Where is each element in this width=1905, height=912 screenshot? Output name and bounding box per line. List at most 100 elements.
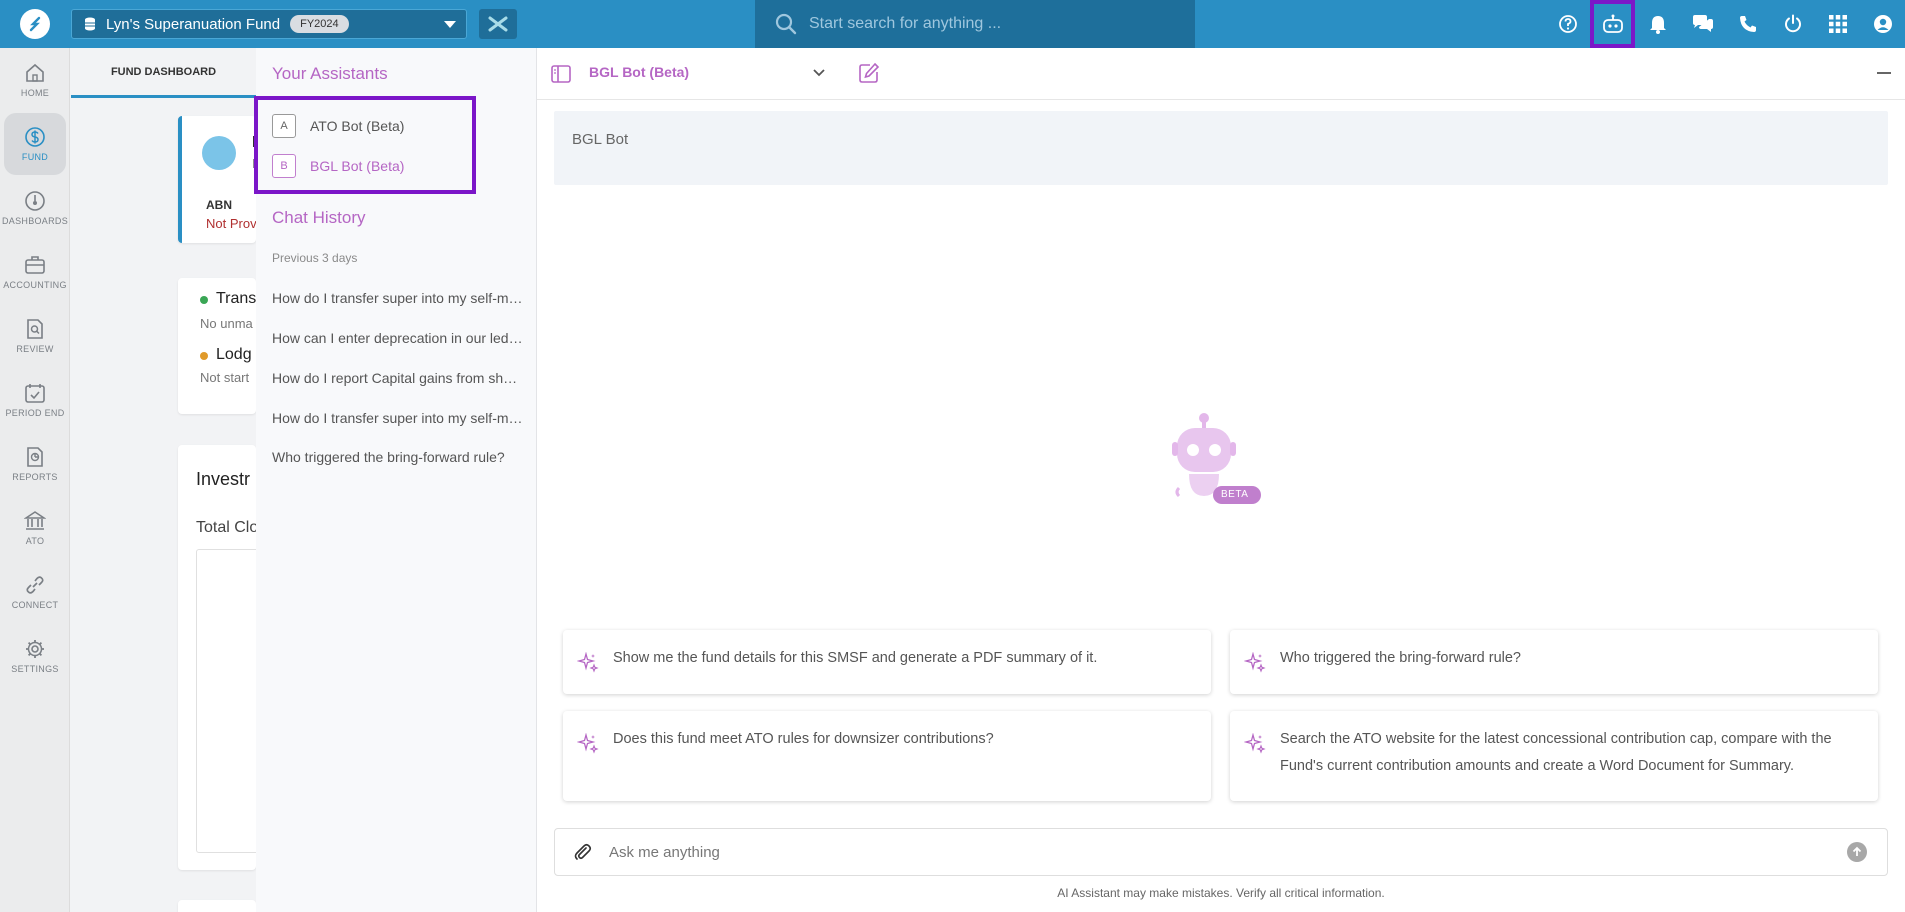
sidebar-toggle-icon[interactable] — [551, 65, 571, 83]
nav-label: HOME — [20, 88, 50, 98]
nav-ato[interactable]: ATO — [0, 496, 70, 560]
chevron-down-icon[interactable] — [812, 68, 826, 78]
nav-connect[interactable]: CONNECT — [0, 560, 70, 624]
search-placeholder: Start search for anything ... — [809, 15, 1002, 32]
assistant-ato-bot[interactable]: A ATO Bot (Beta) — [272, 106, 474, 146]
xero-button[interactable] — [479, 9, 517, 39]
nav-label: ACCOUNTING — [3, 280, 67, 290]
bot-banner-text: BGL Bot — [572, 131, 629, 148]
chat-input-placeholder: Ask me anything — [609, 843, 720, 861]
fund-selector[interactable]: Lyn's Superanuation Fund FY2024 — [71, 9, 467, 39]
logo-icon — [20, 9, 50, 39]
disclaimer: AI Assistant may make mistakes. Verify a… — [1057, 886, 1385, 900]
global-search[interactable]: Start search for anything ... — [755, 0, 1195, 48]
history-item[interactable]: How do I report Capital gains from share… — [272, 370, 524, 386]
nav-label: CONNECT — [11, 600, 59, 610]
suggested-prompt[interactable]: Who triggered the bring-forward rule? — [1230, 630, 1878, 694]
fy-badge: FY2024 — [290, 15, 349, 33]
new-chat-icon[interactable] — [858, 62, 880, 84]
assistant-name: ATO Bot (Beta) — [310, 118, 405, 134]
report-icon — [27, 447, 43, 467]
power-icon — [1784, 14, 1801, 33]
nav-fund-active: FUND — [4, 113, 66, 175]
notifications-button[interactable] — [1635, 0, 1680, 48]
phone-icon — [1739, 16, 1756, 32]
investment-chart-box — [196, 549, 256, 853]
robot-illustration: BETA — [1149, 412, 1269, 512]
history-item[interactable]: How can I enter deprecation in our ledge… — [272, 330, 524, 346]
status-dot-orange — [200, 352, 208, 360]
chat-history-title: Chat History — [272, 208, 366, 227]
suggested-prompt[interactable]: Show me the fund details for this SMSF a… — [563, 630, 1211, 694]
logout-button[interactable] — [1770, 0, 1815, 48]
help-button[interactable] — [1545, 0, 1590, 48]
assistant-bgl-bot[interactable]: B BGL Bot (Beta) — [272, 146, 474, 186]
database-icon — [85, 17, 95, 31]
top-icon-bar — [1545, 0, 1905, 48]
fund-summary-card: L N ABN Not Prov — [178, 116, 256, 243]
history-item[interactable]: How do I transfer super into my self-man… — [272, 290, 524, 306]
send-button[interactable] — [1847, 842, 1867, 862]
history-group-label: Previous 3 days — [272, 251, 358, 265]
doc-search-icon — [27, 319, 43, 339]
nav-label: FUND — [21, 152, 49, 162]
status-dot-green — [200, 296, 208, 304]
gear-icon — [26, 640, 44, 658]
bot-title[interactable]: BGL Bot (Beta) — [589, 64, 689, 80]
abn-label: ABN — [206, 198, 232, 212]
nav-dashboards[interactable]: DASHBOARDS — [0, 176, 70, 240]
left-nav: HOME FUND DASHBOARDS ACCOUNTING REVIEW P… — [0, 48, 70, 912]
status-card: Trans No unma Lodg Not start — [178, 278, 256, 414]
app-logo[interactable] — [0, 0, 70, 48]
chat-area: BGL Bot (Beta) BGL Bot BETA Show me the … — [537, 48, 1905, 912]
help-icon — [1558, 15, 1577, 33]
suggested-prompt[interactable]: Search the ATO website for the latest co… — [1230, 711, 1878, 801]
gauge-icon — [25, 191, 45, 211]
paperclip-icon[interactable] — [573, 842, 593, 862]
briefcase-icon — [25, 256, 45, 274]
sparkle-icon — [1244, 733, 1266, 754]
assistant-letter: A — [272, 114, 296, 138]
nav-label: ATO — [25, 536, 45, 546]
nav-settings[interactable]: SETTINGS — [0, 624, 70, 688]
robot-icon — [1172, 413, 1261, 504]
sparkle-icon — [1244, 652, 1266, 673]
nav-fund[interactable]: FUND — [0, 112, 70, 176]
nav-label: DASHBOARDS — [1, 216, 68, 226]
status-item-2-sub: Not start — [200, 370, 250, 385]
tab-label: FUND DASHBOARD — [110, 65, 217, 78]
assistant-letter: B — [272, 154, 296, 178]
tab-fund-dashboard[interactable]: FUND DASHBOARD — [71, 48, 256, 98]
assistants-list: A ATO Bot (Beta) B BGL Bot (Beta) — [254, 96, 476, 194]
arrow-up-icon — [1852, 846, 1862, 856]
nav-reports[interactable]: REPORTS — [0, 432, 70, 496]
chevron-down-icon — [444, 21, 456, 28]
minimize-button[interactable] — [1877, 72, 1891, 74]
apps-button[interactable] — [1815, 0, 1860, 48]
phone-button[interactable] — [1725, 0, 1770, 48]
ai-assistant-button[interactable] — [1590, 0, 1635, 48]
prompt-text: Does this fund meet ATO rules for downsi… — [613, 731, 994, 747]
suggested-prompt[interactable]: Does this fund meet ATO rules for downsi… — [563, 711, 1211, 801]
nav-period-end[interactable]: PERIOD END — [0, 368, 70, 432]
home-icon — [26, 63, 44, 82]
prompt-text: Who triggered the bring-forward rule? — [1280, 650, 1521, 666]
nav-accounting[interactable]: ACCOUNTING — [0, 240, 70, 304]
bot-banner: BGL Bot — [554, 111, 1888, 185]
messages-button[interactable] — [1680, 0, 1725, 48]
fund-name: Lyn's Superanuation Fund — [106, 15, 281, 33]
user-profile-button[interactable] — [1860, 0, 1905, 48]
nav-review[interactable]: REVIEW — [0, 304, 70, 368]
chat-icon — [1692, 15, 1713, 32]
user-icon — [1873, 15, 1892, 33]
investment-title: Investr — [196, 469, 251, 489]
top-bar: Lyn's Superanuation Fund FY2024 Start se… — [0, 0, 1905, 48]
history-item[interactable]: How do I transfer super into my self-man… — [272, 410, 524, 426]
chat-input[interactable]: Ask me anything — [554, 828, 1888, 876]
nav-home[interactable]: HOME — [0, 48, 70, 112]
bank-icon — [24, 511, 46, 530]
status-item-2: Lodg — [216, 346, 252, 363]
search-icon — [775, 13, 797, 35]
history-item[interactable]: Who triggered the bring-forward rule? — [272, 449, 524, 465]
prompt-text: Search the ATO website for the latest co… — [1280, 731, 1832, 774]
